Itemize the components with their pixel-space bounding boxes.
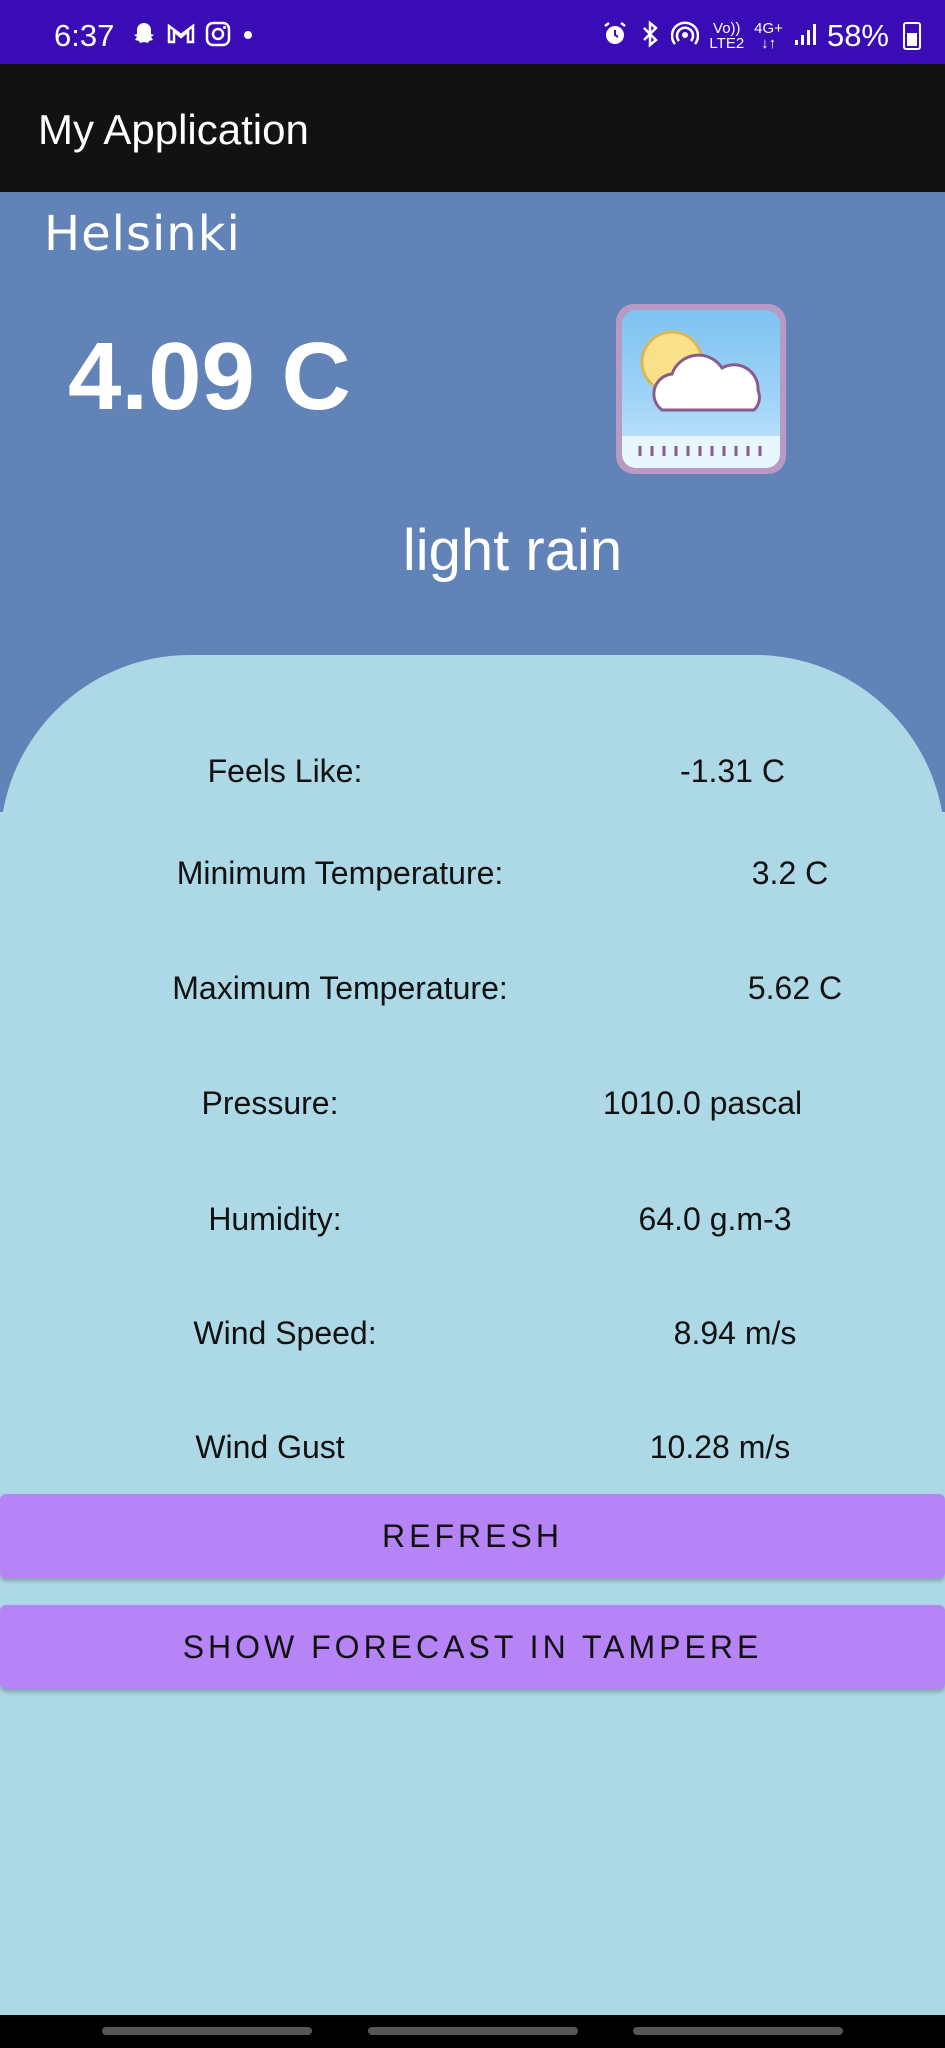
detail-row-wind-speed: Wind Speed: 8.94 m/s [0, 1315, 945, 1365]
detail-value: 64.0 g.m-3 [638, 1201, 792, 1237]
snapchat-icon [130, 20, 158, 53]
detail-value: 1010.0 pascal [602, 1085, 803, 1121]
app-bar: My Application [0, 64, 945, 192]
detail-label: Humidity: [208, 1201, 342, 1237]
signal-icon [793, 20, 817, 53]
detail-value: 5.62 C [747, 970, 843, 1006]
detail-row-min-temp: Minimum Temperature: 3.2 C [0, 855, 945, 905]
detail-label: Minimum Temperature: [176, 855, 504, 891]
weather-description: light rain [402, 518, 623, 583]
detail-row-feels-like: Feels Like: -1.31 C [0, 753, 945, 803]
detail-value: 10.28 m/s [649, 1429, 791, 1465]
detail-label: Wind Gust [195, 1429, 345, 1465]
detail-value: 3.2 C [751, 855, 829, 891]
notification-icons [130, 20, 256, 53]
system-icons: Vo)) LTE2 4G+ ↓↑ 58% [601, 18, 921, 54]
more-notifications-dot-icon [240, 20, 256, 53]
detail-row-humidity: Humidity: 64.0 g.m-3 [0, 1201, 945, 1251]
partly-cloudy-icon [616, 304, 786, 474]
bluetooth-icon [639, 19, 661, 53]
instagram-icon [204, 20, 232, 53]
battery-percent: 58% [826, 18, 889, 53]
status-time: 6:37 [54, 18, 115, 53]
recent-apps-button[interactable] [102, 2027, 312, 2035]
network-type: 4G+ ↓↑ [754, 20, 783, 52]
city-name: Helsinki [44, 206, 241, 262]
detail-value: -1.31 C [680, 753, 785, 789]
back-button[interactable] [633, 2027, 843, 2035]
detail-label: Pressure: [201, 1085, 339, 1121]
alarm-icon [601, 20, 629, 53]
current-temperature: 4.09 C [68, 323, 351, 430]
detail-row-max-temp: Maximum Temperature: 5.62 C [0, 970, 945, 1020]
detail-label: Maximum Temperature: [172, 970, 508, 1006]
app-title: My Application [38, 106, 309, 153]
battery-icon [903, 22, 921, 50]
status-bar: 6:37 Vo)) LTE2 4G+ ↓↑ 58% [0, 0, 945, 64]
volte-indicator: Vo)) LTE2 [709, 20, 745, 52]
detail-row-wind-gust: Wind Gust 10.28 m/s [0, 1429, 945, 1479]
refresh-button[interactable]: REFRESH [0, 1494, 945, 1578]
data-arrows-icon: ↓↑ [761, 35, 777, 52]
show-forecast-tampere-button[interactable]: SHOW FORECAST IN TAMPERE [0, 1605, 945, 1689]
detail-label: Feels Like: [207, 753, 363, 789]
detail-value: 8.94 m/s [673, 1315, 797, 1351]
hotspot-icon [671, 20, 700, 53]
gmail-icon [166, 20, 196, 53]
detail-label: Wind Speed: [193, 1315, 377, 1351]
home-button[interactable] [368, 2027, 578, 2035]
detail-row-pressure: Pressure: 1010.0 pascal [0, 1085, 945, 1135]
weather-details-card: Feels Like: -1.31 C Minimum Temperature:… [0, 655, 945, 2015]
system-nav-bar [0, 2015, 945, 2048]
